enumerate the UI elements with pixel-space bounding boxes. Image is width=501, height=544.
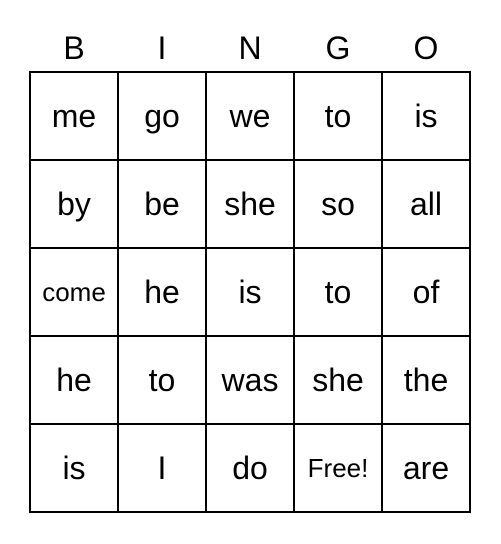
- bingo-cell[interactable]: to: [117, 335, 207, 425]
- header-letter: N: [238, 30, 262, 66]
- bingo-row: come he is to of: [29, 247, 471, 337]
- bingo-cell[interactable]: he: [117, 247, 207, 337]
- bingo-cell[interactable]: is: [29, 423, 119, 513]
- header-letter: B: [63, 30, 85, 66]
- bingo-cell[interactable]: the: [381, 335, 471, 425]
- bingo-row: is Ido Free! are: [29, 423, 471, 513]
- bingo-card: me go we to is by be she so all come he is to of he to wa…: [29, 71, 471, 513]
- bingo-cell[interactable]: go: [117, 71, 207, 161]
- bingo-cell[interactable]: she: [205, 159, 295, 249]
- bingo-cell[interactable]: are: [381, 423, 471, 513]
- bingo-cell[interactable]: to: [293, 247, 383, 337]
- bingo-cell[interactable]: to: [293, 71, 383, 161]
- header-letter: G: [325, 30, 351, 66]
- bingo-cell[interactable]: of: [381, 247, 471, 337]
- bingo-cell[interactable]: by: [29, 159, 119, 249]
- bingo-cell[interactable]: so: [293, 159, 383, 249]
- bingo-cell[interactable]: she: [293, 335, 383, 425]
- bingo-cell[interactable]: is: [381, 71, 471, 161]
- bingo-cell[interactable]: I: [117, 423, 207, 513]
- bingo-cell[interactable]: was: [205, 335, 295, 425]
- bingo-cell[interactable]: we: [205, 71, 295, 161]
- bingo-cell[interactable]: he: [29, 335, 119, 425]
- header-letter: I: [157, 30, 167, 66]
- header-letter: O: [413, 30, 439, 66]
- bingo-row: he to was she the: [29, 335, 471, 425]
- bingo-row: by be she so all: [29, 159, 471, 249]
- bingo-cell[interactable]: do: [205, 423, 295, 513]
- bingo-cell[interactable]: all: [381, 159, 471, 249]
- bingo-cell[interactable]: is: [205, 247, 295, 337]
- bingo-row: me go we to is: [29, 71, 471, 161]
- bingo-cell[interactable]: be: [117, 159, 207, 249]
- bingo-header: BINGO: [30, 28, 470, 68]
- bingo-cell[interactable]: come: [29, 247, 119, 337]
- bingo-cell[interactable]: me: [29, 71, 119, 161]
- free-space[interactable]: Free!: [293, 423, 383, 513]
